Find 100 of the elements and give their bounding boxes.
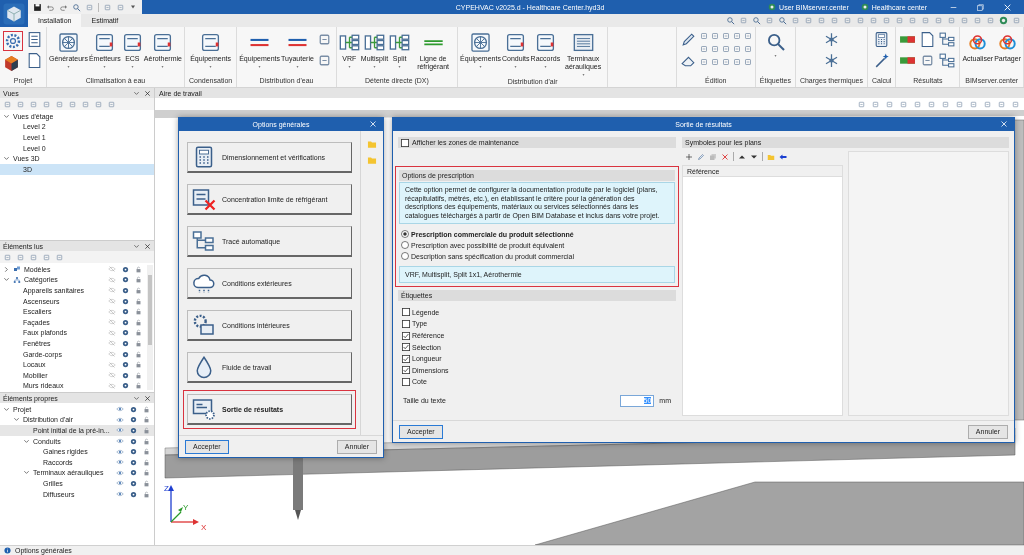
eye-off-icon[interactable] xyxy=(108,328,116,337)
eye-icon[interactable] xyxy=(116,405,124,414)
close-icon[interactable] xyxy=(144,89,151,97)
checkbox[interactable] xyxy=(402,377,410,386)
tool-icon[interactable] xyxy=(934,16,943,25)
radio-button[interactable] xyxy=(401,252,409,261)
checkbox[interactable] xyxy=(402,308,410,317)
tool-icon[interactable] xyxy=(913,99,922,109)
tool-icon[interactable] xyxy=(997,99,1006,109)
checkbox[interactable] xyxy=(401,138,409,147)
tool-icon[interactable] xyxy=(742,31,753,41)
wand-icon[interactable] xyxy=(873,52,891,69)
tool-icon[interactable] xyxy=(986,16,995,25)
tool-icon[interactable] xyxy=(103,2,112,12)
tool-icon[interactable] xyxy=(927,99,936,109)
tool-icon[interactable] xyxy=(55,99,64,109)
lock-icon[interactable] xyxy=(135,265,142,273)
globe-icon[interactable] xyxy=(999,16,1008,25)
eye-icon[interactable] xyxy=(116,426,124,435)
tool-icon[interactable] xyxy=(921,16,930,25)
tool-icon[interactable] xyxy=(3,252,12,262)
tree-diagram-icon[interactable] xyxy=(939,31,957,48)
tool-icon[interactable] xyxy=(68,99,77,109)
tool-icon[interactable] xyxy=(843,16,852,25)
app-logo-icon[interactable] xyxy=(2,1,26,26)
scrollbar[interactable] xyxy=(147,265,153,390)
tool-icon[interactable] xyxy=(856,16,865,25)
chevron-icon[interactable] xyxy=(23,469,30,477)
chevron-icon[interactable] xyxy=(133,394,140,402)
tool-icon[interactable] xyxy=(16,99,25,109)
eye-off-icon[interactable] xyxy=(108,307,116,316)
tree-diagram-icon[interactable] xyxy=(939,52,957,69)
restore-icon[interactable] xyxy=(976,2,985,12)
tool-icon[interactable] xyxy=(983,99,992,109)
tool-icon[interactable] xyxy=(947,16,956,25)
arrow-icon[interactable] xyxy=(779,152,787,161)
pencil-icon[interactable] xyxy=(679,31,697,48)
tool-icon[interactable] xyxy=(85,2,94,12)
lock-icon[interactable] xyxy=(143,448,150,456)
eye-icon[interactable] xyxy=(116,437,124,446)
tool-icon[interactable] xyxy=(955,99,964,109)
add-icon[interactable] xyxy=(685,152,693,161)
tool-icon[interactable] xyxy=(817,16,826,25)
eye-icon[interactable] xyxy=(116,458,124,467)
tool-icon[interactable] xyxy=(698,31,709,41)
tool-icon[interactable] xyxy=(698,44,709,54)
chevron-icon[interactable] xyxy=(133,89,140,97)
lock-icon[interactable] xyxy=(135,339,142,347)
eye-off-icon[interactable] xyxy=(108,350,116,359)
eye-off-icon[interactable] xyxy=(108,297,116,306)
lock-icon[interactable] xyxy=(143,479,150,487)
tool-icon[interactable] xyxy=(765,16,774,25)
tool-icon[interactable] xyxy=(3,99,12,109)
lock-icon[interactable] xyxy=(135,382,142,390)
tool-icon[interactable] xyxy=(830,16,839,25)
lock-icon[interactable] xyxy=(135,287,142,294)
chevron-icon[interactable] xyxy=(3,155,10,163)
tool-icon[interactable] xyxy=(720,31,731,41)
chevron-icon[interactable] xyxy=(3,405,10,413)
tool-icon[interactable] xyxy=(973,16,982,25)
eye-off-icon[interactable] xyxy=(108,371,116,380)
chevron-icon[interactable] xyxy=(133,242,140,250)
tool-icon[interactable] xyxy=(42,252,51,262)
lock-icon[interactable] xyxy=(143,458,150,466)
checkbox[interactable] xyxy=(402,343,410,352)
close-icon[interactable] xyxy=(144,394,151,402)
copy-icon[interactable] xyxy=(709,152,717,161)
tool-icon[interactable] xyxy=(731,57,742,67)
search-icon[interactable] xyxy=(72,2,81,12)
tool-icon[interactable] xyxy=(742,44,753,54)
tool-icon[interactable] xyxy=(871,99,880,109)
tool-icon[interactable] xyxy=(742,57,753,67)
lock-icon[interactable] xyxy=(143,405,150,413)
eye-off-icon[interactable] xyxy=(108,381,116,390)
lock-icon[interactable] xyxy=(135,297,142,305)
lock-icon[interactable] xyxy=(135,361,142,369)
tool-icon[interactable] xyxy=(857,99,866,109)
tool-icon[interactable] xyxy=(720,57,731,67)
eye-icon[interactable] xyxy=(116,490,124,499)
tool-icon[interactable] xyxy=(29,252,38,262)
lock-icon[interactable] xyxy=(135,308,142,316)
search-icon[interactable] xyxy=(752,16,761,25)
tool-icon[interactable] xyxy=(698,57,709,67)
chevron-icon[interactable] xyxy=(23,437,30,445)
lock-icon[interactable] xyxy=(143,490,150,498)
lock-icon[interactable] xyxy=(135,318,142,326)
tool-icon[interactable] xyxy=(791,16,800,25)
tool-icon[interactable] xyxy=(29,99,38,109)
save-icon[interactable] xyxy=(33,2,42,12)
tool-icon[interactable] xyxy=(731,31,742,41)
tool-icon[interactable] xyxy=(960,16,969,25)
checkbox[interactable] xyxy=(402,366,410,375)
chevron-icon[interactable] xyxy=(3,276,10,284)
checkbox[interactable] xyxy=(402,331,410,340)
lock-icon[interactable] xyxy=(143,416,150,424)
chevron-icon[interactable] xyxy=(3,112,10,120)
eye-off-icon[interactable] xyxy=(108,318,116,327)
checkbox[interactable] xyxy=(402,354,410,363)
lock-icon[interactable] xyxy=(143,469,150,477)
eye-off-icon[interactable] xyxy=(108,339,116,348)
